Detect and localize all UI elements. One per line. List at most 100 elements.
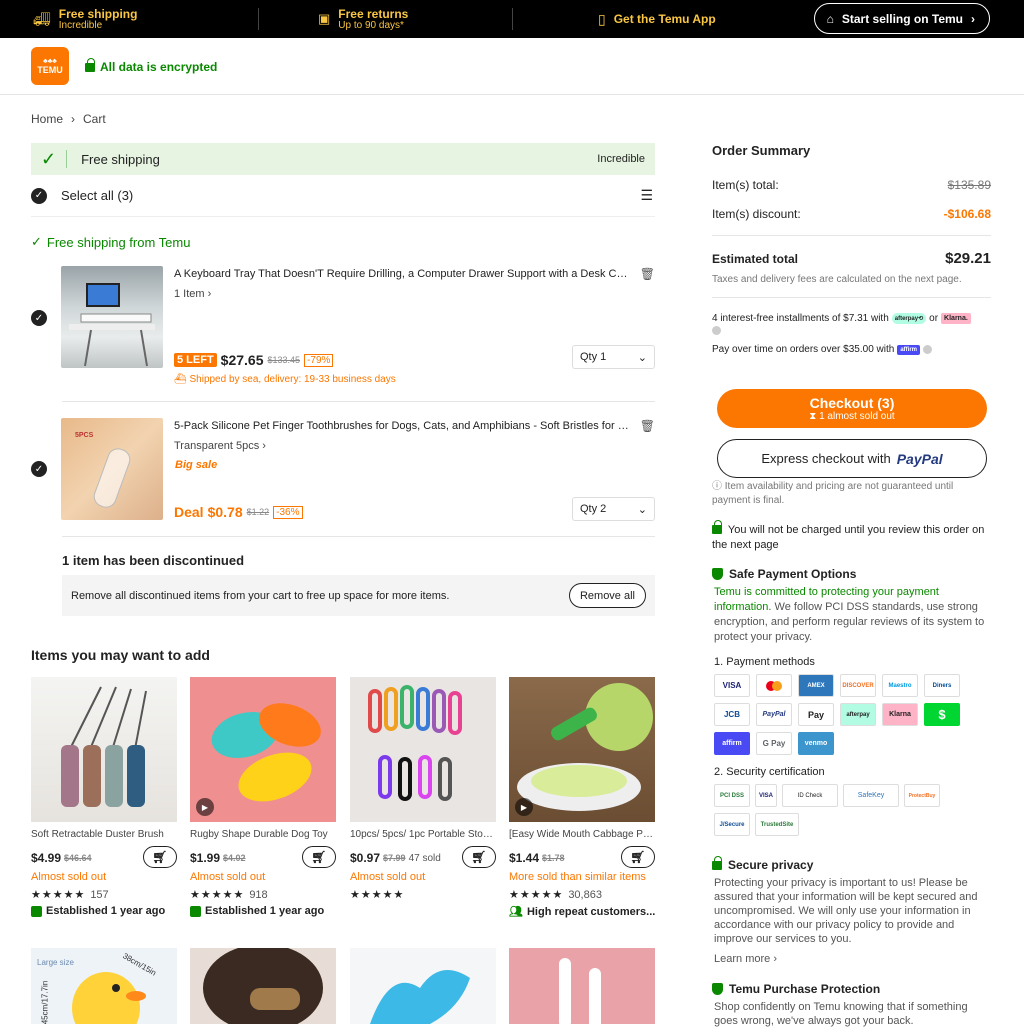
google-pay-icon: G Pay	[756, 732, 792, 755]
shipping-note: ⛴︎ Shipped by sea, delivery: 19-33 busin…	[174, 374, 396, 385]
free-shipping-label: Free shipping	[81, 151, 160, 167]
info-icon[interactable]	[712, 326, 721, 335]
product-image[interactable]: ▶	[509, 677, 655, 822]
store-icon	[190, 905, 201, 917]
item-title[interactable]: 5-Pack Silicone Pet Finger Toothbrushes …	[174, 420, 629, 432]
item-discount: -36%	[273, 505, 303, 519]
paypal-express-button[interactable]: Express checkout with PayPal	[717, 439, 987, 478]
shipping-text: Shipped by sea, delivery: 19-33 business…	[189, 374, 396, 385]
checkout-sub: ⧗ 1 almost sold out	[809, 411, 894, 422]
breadcrumb-home[interactable]: Home	[31, 112, 63, 126]
play-icon[interactable]: ▶	[515, 798, 533, 816]
quantity-select[interactable]: Qty 2 ⌄	[572, 497, 655, 521]
breadcrumb: Home › Cart	[31, 112, 106, 126]
mastercard-id-check-icon: ID Check	[782, 784, 838, 807]
product-image[interactable]	[61, 266, 163, 368]
quantity-select[interactable]: Qty 1 ⌄	[572, 345, 655, 369]
trash-icon[interactable]: 🗑︎	[640, 267, 655, 281]
select-all-row: ✓ Select all (3) ☰	[31, 175, 655, 217]
not-charged-text: You will not be charged until you review…	[712, 524, 985, 551]
items-discount: -$106.68	[943, 207, 991, 221]
item-title[interactable]: A Keyboard Tray That Doesn'T Require Dri…	[174, 268, 629, 280]
maestro-icon: Maestro	[882, 674, 918, 697]
product-image[interactable]	[350, 948, 496, 1024]
item-discount: -79%	[304, 353, 334, 367]
truck-icon: 🚚︎	[33, 10, 51, 27]
discover-icon: DISCOVER	[840, 674, 876, 697]
item-variant-label: Transparent 5pcs	[174, 440, 260, 452]
product-image[interactable]: Large size 38cm/15in 45cm/17.7in	[31, 948, 177, 1024]
cart-icon: 🛒︎	[311, 850, 327, 864]
item-variant[interactable]: 1 Item ›	[174, 288, 211, 300]
item-checkbox[interactable]: ✓	[31, 310, 47, 326]
image-text: 45cm/17.7in	[40, 980, 50, 1024]
installments-row: 4 interest-free installments of $7.31 wi…	[712, 313, 991, 324]
chevron-right-icon: ›	[71, 112, 76, 126]
free-returns-promo[interactable]: ▣ Free returns Up to 90 days*	[318, 0, 408, 38]
add-to-cart-button[interactable]: 🛒︎	[462, 846, 496, 868]
safe-payment-label: Safe Payment Options	[729, 567, 857, 581]
free-shipping-promo[interactable]: 🚚︎ Free shipping Incredible	[33, 0, 137, 38]
select-all-label[interactable]: Select all (3)	[61, 188, 133, 203]
product-image[interactable]	[190, 948, 336, 1024]
product-card[interactable]: ▶ Rugby Shape Durable Dog Toy $1.99 $4.02…	[190, 677, 336, 917]
product-title: [Easy Wide Mouth Cabbage Peeler]	[509, 829, 655, 840]
product-image[interactable]: ▶	[190, 677, 336, 822]
list-view-icon[interactable]: ☰	[640, 187, 653, 204]
amex-icon: AMEX	[798, 674, 834, 697]
add-to-cart-button[interactable]: 🛒︎	[143, 846, 177, 868]
diners-club-icon: Diners	[924, 674, 960, 697]
jcb-secure-icon: J/Secure	[714, 813, 750, 836]
start-selling-button[interactable]: ⌂ Start selling on Temu ›	[813, 3, 990, 34]
add-to-cart-button[interactable]: 🛒︎	[621, 846, 655, 868]
checkout-button[interactable]: Checkout (3) ⧗ 1 almost sold out	[717, 389, 987, 428]
security-label: 2. Security certification	[714, 766, 825, 778]
payment-methods-label: 1. Payment methods	[714, 656, 815, 668]
add-to-cart-button[interactable]: 🛒︎	[302, 846, 336, 868]
affirm-badge: affirm	[897, 344, 920, 355]
product-image[interactable]	[31, 677, 177, 822]
product-image[interactable]: 5PCS	[61, 418, 163, 520]
learn-more-link[interactable]: Learn more ›	[714, 953, 777, 965]
remove-all-button[interactable]: Remove all	[568, 583, 646, 608]
stock-status: Almost sold out	[190, 871, 266, 883]
or-text: or	[929, 313, 939, 324]
play-icon[interactable]: ▶	[196, 798, 214, 816]
temu-logo[interactable]: ♣♣♣ TEMU	[31, 47, 69, 85]
cart-icon: 🛒︎	[471, 850, 487, 864]
product-card[interactable]: Soft Retractable Duster Brush $4.99 $46.6…	[31, 677, 177, 917]
product-card[interactable]: ▶ [Easy Wide Mouth Cabbage Peeler] $1.44…	[509, 677, 655, 918]
product-title: Rugby Shape Durable Dog Toy	[190, 829, 328, 840]
review-count: 157	[90, 888, 109, 901]
recommend-heading: Items you may want to add	[31, 647, 210, 663]
promo-bar: 🚚︎ Free shipping Incredible ▣ Free return…	[0, 0, 1024, 38]
product-image[interactable]	[509, 948, 655, 1024]
items-total: $135.89	[947, 178, 991, 192]
info-icon: ⓘ	[712, 481, 722, 492]
item-checkbox[interactable]: ✓	[31, 461, 47, 477]
cart-icon: 🛒︎	[152, 850, 168, 864]
cash-app-icon: $	[924, 703, 960, 726]
divider	[258, 8, 259, 30]
item-variant[interactable]: Transparent 5pcs ›	[174, 440, 266, 452]
product-card[interactable]: 10pcs/ 5pcs/ 1pc Portable Storage Clips …	[350, 677, 496, 901]
divider	[512, 8, 513, 30]
divider	[712, 235, 991, 236]
trash-icon[interactable]: 🗑︎	[640, 419, 655, 433]
security-certs: PCI DSS VISA ID Check SafeKey ProtectBuy…	[714, 784, 974, 836]
discontinued-title: 1 item has been discontinued	[62, 553, 245, 568]
quantity-value: Qty 1	[580, 351, 607, 363]
select-all-checkbox[interactable]: ✓	[31, 187, 47, 204]
cart-panel: ✓ Free shipping Incredible ✓ Select all …	[31, 143, 655, 250]
info-icon[interactable]	[923, 345, 932, 354]
hair-clip-image	[203, 948, 323, 1024]
free-returns-sub: Up to 90 days*	[338, 19, 404, 31]
get-app-promo[interactable]: ▯ Get the Temu App	[598, 0, 716, 38]
free-shipping-title: Free shipping	[58, 6, 138, 21]
clips-image	[368, 685, 462, 801]
product-image[interactable]	[350, 677, 496, 822]
free-shipping-from-label: Free shipping from Temu	[46, 234, 191, 250]
item-price: $27.65	[220, 352, 264, 368]
item-price: $0.78	[207, 504, 243, 520]
divider	[66, 150, 68, 168]
